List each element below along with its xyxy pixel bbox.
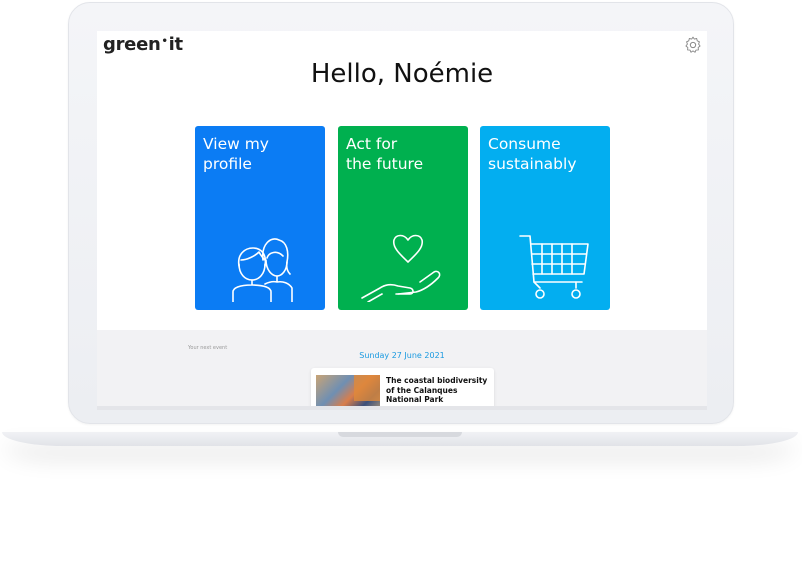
logo-text-left: green <box>103 34 161 55</box>
people-icon <box>232 238 293 302</box>
event-card[interactable]: The coastal biodiversity of the Calanque… <box>311 368 494 409</box>
gear-icon[interactable] <box>683 35 703 55</box>
greeting-title: Hello, Noémie <box>310 59 494 89</box>
act-for-future-tile[interactable]: Act for the future <box>338 126 468 310</box>
tile-label: Consume sustainably <box>488 135 577 173</box>
logo-text-right: it <box>168 34 183 55</box>
tile-label: View my profile <box>203 135 269 173</box>
home-panel: green•it Hello, Noémie View my profile A… <box>97 31 707 330</box>
cart-icon <box>519 235 589 299</box>
view-profile-tile[interactable]: View my profile <box>195 126 325 310</box>
app-screen: green•it Hello, Noémie View my profile A… <box>97 31 707 409</box>
tile-label: Act for the future <box>346 135 424 173</box>
logo-dot: • <box>161 36 168 47</box>
event-thumbnail <box>316 375 380 409</box>
heart-hand-icon <box>361 234 441 302</box>
screen-edge <box>97 406 707 410</box>
laptop-notch <box>338 432 462 437</box>
event-title: The coastal biodiversity of the Calanque… <box>386 376 488 404</box>
consume-sustainably-tile[interactable]: Consume sustainably <box>480 126 610 310</box>
app-logo[interactable]: green•it <box>103 34 183 55</box>
event-date: Sunday 27 June 2021 <box>359 351 445 360</box>
